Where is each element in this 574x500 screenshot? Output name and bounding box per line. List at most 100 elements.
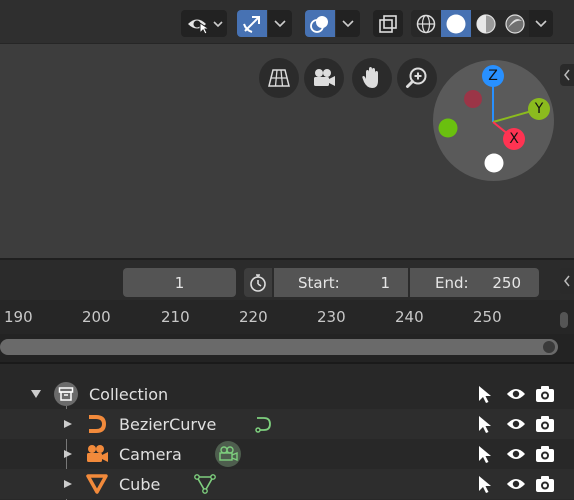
visibility-toggle[interactable] xyxy=(506,444,526,464)
navigation-gizmo[interactable]: Z Y X xyxy=(433,60,554,181)
preview-range-toggle[interactable] xyxy=(244,268,272,297)
end-frame-field[interactable]: End: 250 xyxy=(410,268,539,297)
camera-icon xyxy=(536,476,554,492)
ruler-tick-label: 230 xyxy=(317,308,346,326)
selectable-toggle[interactable] xyxy=(475,474,495,494)
expand-arrow-icon[interactable] xyxy=(63,449,73,459)
transform-gizmo-icon xyxy=(243,15,260,33)
visibility-toggle[interactable] xyxy=(506,474,526,494)
rendered-shading-button[interactable] xyxy=(500,10,529,37)
outliner-item-label: Cube xyxy=(119,474,161,494)
sidebar-toggle-tab[interactable] xyxy=(560,64,574,86)
camera-view-button[interactable] xyxy=(304,58,344,98)
vertical-scroll-handle[interactable] xyxy=(560,312,568,328)
pointer-icon xyxy=(479,446,491,463)
camera-object-icon xyxy=(87,445,108,462)
eye-icon xyxy=(507,479,525,489)
expand-arrow-icon[interactable] xyxy=(30,389,42,399)
end-frame-label: End: xyxy=(435,273,469,292)
visibility-dropdown[interactable] xyxy=(181,10,227,37)
camera-icon xyxy=(536,386,554,402)
chevron-down-icon xyxy=(535,19,547,27)
chevron-down-icon xyxy=(342,19,354,27)
overlays-dropdown[interactable] xyxy=(336,10,360,37)
zoom-view-button[interactable] xyxy=(397,58,437,98)
start-frame-field[interactable]: Start: 1 xyxy=(274,268,408,297)
pointer-icon xyxy=(479,416,491,433)
mesh-object-icon xyxy=(86,474,108,494)
zoom-icon xyxy=(406,67,427,88)
eye-icon xyxy=(507,389,525,399)
blender-window: { "viewport": { "gizmo_axes": { "z": "Z"… xyxy=(0,0,574,500)
visibility-toggle[interactable] xyxy=(506,414,526,434)
timeline-header: 1 Start: 1 End: 250 xyxy=(0,258,574,300)
horizontal-scrollbar[interactable] xyxy=(0,339,558,355)
material-sphere-icon xyxy=(475,13,496,34)
gizmo-dropdown[interactable] xyxy=(268,10,292,37)
z-axis-label: Z xyxy=(488,68,498,84)
ruler-tick-label: 250 xyxy=(473,308,502,326)
viewport-header xyxy=(0,0,574,44)
pointer-icon xyxy=(479,476,491,493)
outliner-item-label: Collection xyxy=(89,384,169,404)
neg-z-axis-handle[interactable] xyxy=(484,153,504,173)
camera-data-icon[interactable] xyxy=(215,441,241,467)
wireframe-sphere-icon xyxy=(416,14,436,33)
pointer-icon xyxy=(479,386,491,403)
end-frame-value: 250 xyxy=(492,273,521,292)
render-toggle[interactable] xyxy=(535,444,555,464)
render-toggle[interactable] xyxy=(535,414,555,434)
selectable-toggle[interactable] xyxy=(475,384,495,404)
stopwatch-icon xyxy=(250,273,266,292)
ruler-tick-label: 210 xyxy=(161,308,190,326)
overlays-icon xyxy=(310,15,328,33)
timeline-ruler[interactable]: 190 200 210 220 230 240 250 xyxy=(0,300,574,334)
ruler-tick-label: 220 xyxy=(239,308,268,326)
shading-dropdown[interactable] xyxy=(529,10,553,37)
material-shading-button[interactable] xyxy=(471,10,500,37)
x-axis-handle[interactable]: X xyxy=(503,128,525,150)
ruler-tick-label: 190 xyxy=(4,308,33,326)
timeline-scroll-area xyxy=(0,334,574,362)
z-axis-handle[interactable]: Z xyxy=(482,65,504,87)
3d-viewport[interactable]: Z Y X xyxy=(0,0,574,258)
chevron-down-icon xyxy=(274,19,286,27)
chevron-left-icon xyxy=(564,275,570,287)
eye-pointer-icon xyxy=(188,19,223,35)
overlays-toggle[interactable] xyxy=(305,10,335,37)
solid-sphere-icon xyxy=(446,14,466,33)
expand-arrow-icon[interactable] xyxy=(63,479,73,489)
render-toggle[interactable] xyxy=(535,384,555,404)
pan-view-button[interactable] xyxy=(352,58,392,98)
x-axis-label: X xyxy=(509,131,519,147)
xray-toggle[interactable] xyxy=(373,10,403,37)
ruler-tick-label: 200 xyxy=(82,308,111,326)
neg-y-axis-handle[interactable] xyxy=(438,118,458,138)
camera-icon xyxy=(536,446,554,462)
gizmo-toggle[interactable] xyxy=(237,10,267,37)
xray-icon xyxy=(379,14,397,33)
camera-icon xyxy=(314,69,335,86)
selectable-toggle[interactable] xyxy=(475,414,495,434)
current-frame-field[interactable]: 1 xyxy=(123,268,236,297)
neg-x-axis-handle[interactable] xyxy=(464,90,482,108)
wireframe-shading-button[interactable] xyxy=(411,10,441,37)
ruler-tick-label: 240 xyxy=(395,308,424,326)
timeline-sidebar-tab[interactable] xyxy=(560,268,574,294)
collection-icon xyxy=(54,382,78,406)
rendered-sphere-icon xyxy=(504,13,525,34)
chevron-left-icon xyxy=(564,69,570,81)
hand-icon xyxy=(362,67,378,88)
y-axis-handle[interactable]: Y xyxy=(528,98,550,120)
mesh-data-icon[interactable] xyxy=(193,473,217,495)
expand-arrow-icon[interactable] xyxy=(63,419,73,429)
visibility-toggle[interactable] xyxy=(506,384,526,404)
solid-shading-button[interactable] xyxy=(441,10,471,37)
toggle-perspective-button[interactable] xyxy=(259,58,299,98)
selectable-toggle[interactable] xyxy=(475,444,495,464)
curve-data-icon[interactable] xyxy=(253,413,275,435)
render-toggle[interactable] xyxy=(535,474,555,494)
scrollbar-end-handle[interactable] xyxy=(543,341,555,353)
outliner-item-label: Camera xyxy=(119,444,182,464)
current-frame-value: 1 xyxy=(174,273,185,292)
